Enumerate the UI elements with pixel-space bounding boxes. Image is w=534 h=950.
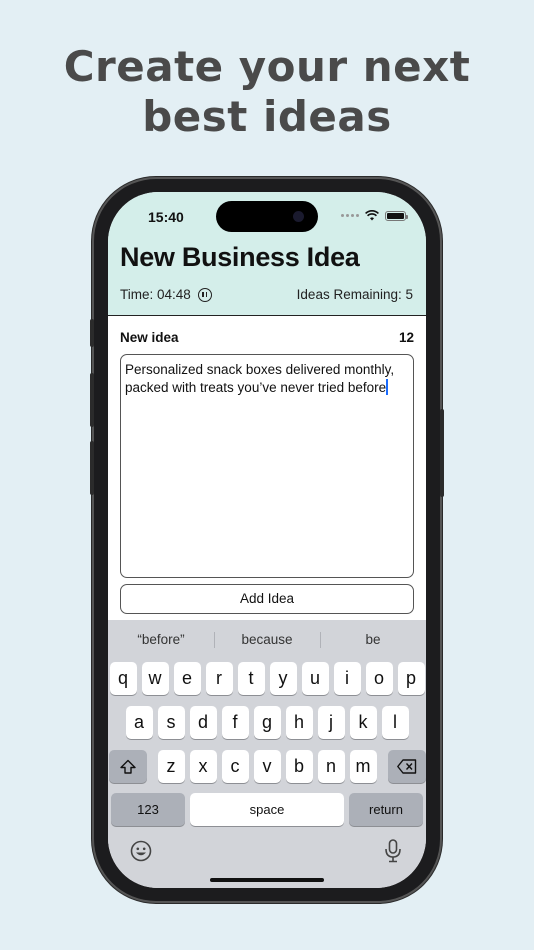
page-title: New Business Idea [120,242,360,272]
ideas-remaining: Ideas Remaining: 5 [296,287,413,302]
key-r[interactable]: r [205,662,233,695]
key-p[interactable]: p [397,662,425,695]
key-h[interactable]: h [285,706,313,739]
key-n[interactable]: n [317,750,345,783]
key-g[interactable]: g [253,706,281,739]
keyboard-bottom-bar [108,838,426,868]
camera-icon [293,211,304,222]
idea-label: New idea [120,330,179,345]
shift-key[interactable] [108,750,147,783]
numbers-key[interactable]: 123 [111,793,185,826]
add-idea-button[interactable]: Add Idea [120,584,414,614]
dynamic-island [216,201,318,232]
key-s[interactable]: s [157,706,185,739]
key-row-1: q w e r t y u i o p [108,662,426,695]
key-t[interactable]: t [237,662,265,695]
key-z[interactable]: z [157,750,185,783]
volume-up-button [90,373,94,427]
emoji-icon[interactable] [130,840,152,862]
headline-line-2: best ideas [142,92,392,141]
key-e[interactable]: e [173,662,201,695]
key-v[interactable]: v [253,750,281,783]
battery-icon [385,210,408,221]
key-y[interactable]: y [269,662,297,695]
idea-text: Personalized snack boxes delivered month… [125,362,395,395]
key-row-3: z x c v b n m [108,750,426,783]
signal-icon [341,214,359,217]
pause-icon[interactable] [197,287,212,302]
key-c[interactable]: c [221,750,249,783]
key-a[interactable]: a [125,706,153,739]
key-q[interactable]: q [109,662,137,695]
character-counter: 12 [398,330,414,345]
volume-down-button [90,441,94,495]
power-button [440,409,444,497]
status-time: 15:40 [148,209,184,225]
timer-row: Time: 04:48 [120,287,212,302]
mute-switch [90,319,94,347]
suggestion-1[interactable]: “before” [108,625,214,655]
text-caret [386,379,388,395]
keyboard: “before” because be q w e r t y u i o p … [108,620,426,888]
key-d[interactable]: d [189,706,217,739]
space-key[interactable]: space [190,793,344,826]
key-j[interactable]: j [317,706,345,739]
phone-screen: 15:40 New Business Idea Time: 04:48 Idea… [108,192,426,888]
key-m[interactable]: m [349,750,377,783]
key-l[interactable]: l [381,706,409,739]
key-f[interactable]: f [221,706,249,739]
microphone-icon[interactable] [384,839,402,863]
suggestion-3[interactable]: be [320,625,426,655]
shift-icon [119,759,136,774]
promo-headline: Create your next best ideas [0,42,534,142]
key-x[interactable]: x [189,750,217,783]
idea-label-row: New idea 12 [120,330,414,345]
key-i[interactable]: i [333,662,361,695]
key-u[interactable]: u [301,662,329,695]
key-row-2: a s d f g h j k l [108,706,426,739]
timer-text: Time: 04:48 [120,287,191,302]
wifi-icon [365,210,379,221]
return-key[interactable]: return [349,793,423,826]
phone-frame: 15:40 New Business Idea Time: 04:48 Idea… [90,179,444,901]
key-k[interactable]: k [349,706,377,739]
key-b[interactable]: b [285,750,313,783]
header-area: 15:40 New Business Idea Time: 04:48 Idea… [108,192,426,316]
key-row-4: 123 space return [108,793,426,826]
headline-line-1: Create your next [63,42,471,91]
home-indicator[interactable] [210,878,324,882]
delete-icon [396,759,416,774]
suggestion-2[interactable]: because [214,625,320,655]
key-o[interactable]: o [365,662,393,695]
idea-text-area[interactable]: Personalized snack boxes delivered month… [120,354,414,578]
suggestion-bar: “before” because be [108,625,426,655]
delete-key[interactable] [387,750,426,783]
status-icons [341,210,408,221]
key-w[interactable]: w [141,662,169,695]
